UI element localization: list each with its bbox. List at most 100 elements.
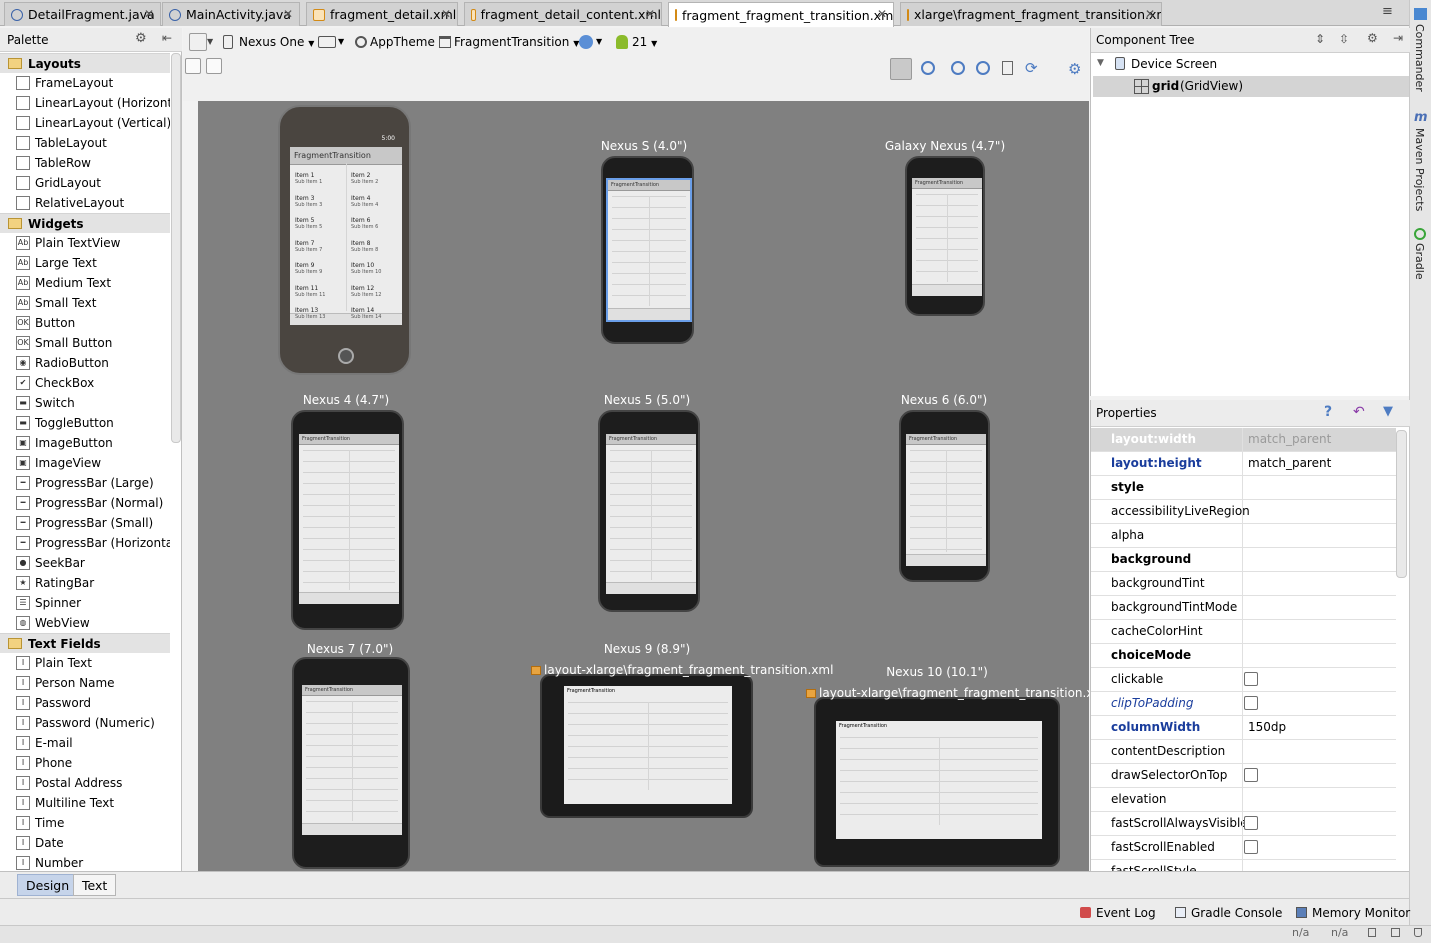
zoom-actual-icon[interactable] xyxy=(921,61,935,75)
memory-icon[interactable] xyxy=(1414,928,1422,937)
xml-layout-link[interactable]: layout-xlarge\fragment_fragment_transiti… xyxy=(531,663,833,677)
palette-item-progressbar-small[interactable]: ━ ProgressBar (Small) xyxy=(0,513,170,533)
palette-item-relativelayout[interactable]: RelativeLayout xyxy=(0,193,170,213)
property-value[interactable] xyxy=(1242,668,1396,691)
property-value[interactable] xyxy=(1242,860,1396,871)
palette-item-password-numeric[interactable]: I Password (Numeric) xyxy=(0,713,170,733)
property-value[interactable] xyxy=(1242,500,1396,523)
property-row-layout-height[interactable]: layout:height match_parent xyxy=(1091,452,1396,476)
commander-tool-button[interactable]: Commander xyxy=(1413,24,1426,92)
palette-item-linearlayout-horizontal[interactable]: LinearLayout (Horizontal) xyxy=(0,93,170,113)
tab-mainactivity-java[interactable]: MainActivity.java ✕ xyxy=(162,2,300,26)
hide-panel-icon[interactable]: ⇤ xyxy=(162,31,172,45)
event-log-button[interactable]: Event Log xyxy=(1080,906,1156,920)
palette-item-date[interactable]: I Date xyxy=(0,833,170,853)
device-preview-2[interactable]: FragmentTransition xyxy=(601,156,694,344)
property-row-clickable[interactable]: clickable xyxy=(1091,668,1396,692)
palette-item-tablelayout[interactable]: TableLayout xyxy=(0,133,170,153)
property-row-fastscrollstyle[interactable]: fastScrollStyle xyxy=(1091,860,1396,871)
palette-category-text-fields[interactable]: Text Fields xyxy=(0,633,170,653)
device-preview-9[interactable]: FragmentTransition xyxy=(814,697,1060,867)
property-checkbox[interactable] xyxy=(1244,696,1258,710)
undo-icon[interactable]: ↶ xyxy=(1353,404,1365,420)
palette-item-spinner[interactable]: ☰ Spinner xyxy=(0,593,170,613)
properties-scrollbar[interactable] xyxy=(1396,430,1407,578)
property-value[interactable] xyxy=(1242,476,1396,499)
close-icon[interactable]: ✕ xyxy=(645,7,655,21)
property-value[interactable] xyxy=(1242,644,1396,667)
property-checkbox[interactable] xyxy=(1244,672,1258,686)
activity-selector[interactable]: FragmentTransition ▼ xyxy=(454,35,579,49)
property-value[interactable] xyxy=(1242,836,1396,859)
settings-gear-icon[interactable]: ⚙ xyxy=(1068,60,1081,78)
device-preview-4[interactable]: FragmentTransition xyxy=(291,410,404,630)
property-value[interactable]: 150dp xyxy=(1242,716,1396,739)
memory-monitor-button[interactable]: Memory Monitor xyxy=(1296,906,1410,920)
tree-node-grid[interactable]: grid (GridView) xyxy=(1093,76,1409,97)
property-value[interactable] xyxy=(1242,692,1396,715)
palette-item-person-name[interactable]: I Person Name xyxy=(0,673,170,693)
palette-item-ratingbar[interactable]: ★ RatingBar xyxy=(0,573,170,593)
palette-item-button[interactable]: OK Button xyxy=(0,313,170,333)
tab-fragment-detail-xml[interactable]: fragment_detail.xml ✕ xyxy=(306,2,458,26)
collapse-all-icon[interactable]: ⇳ xyxy=(1339,32,1349,46)
zoom-out-icon[interactable] xyxy=(976,61,990,75)
property-value[interactable] xyxy=(1242,788,1396,811)
palette-item-time[interactable]: I Time xyxy=(0,813,170,833)
zoom-to-fit-icon[interactable] xyxy=(890,58,912,80)
gradle-console-button[interactable]: Gradle Console xyxy=(1175,906,1282,920)
property-row-cachecolorhint[interactable]: cacheColorHint xyxy=(1091,620,1396,644)
fit-height-icon[interactable] xyxy=(206,58,222,74)
property-row-backgroundtint[interactable]: backgroundTint xyxy=(1091,572,1396,596)
hide-panel-icon[interactable]: ⇥ xyxy=(1393,31,1403,45)
design-canvas[interactable]: FragmentTransition Item 1 Sub Item 1 Item 2… xyxy=(198,101,1108,871)
expand-all-icon[interactable]: ⇕ xyxy=(1315,32,1325,46)
palette-item-framelayout[interactable]: FrameLayout xyxy=(0,73,170,93)
palette-item-phone[interactable]: I Phone xyxy=(0,753,170,773)
palette-item-number[interactable]: I Number xyxy=(0,853,170,871)
property-row-elevation[interactable]: elevation xyxy=(1091,788,1396,812)
gradle-tool-button[interactable]: Gradle xyxy=(1413,243,1426,280)
property-row-background[interactable]: background xyxy=(1091,548,1396,572)
gear-icon[interactable]: ⚙ xyxy=(135,31,147,46)
tab-overflow-icon[interactable]: ≡ xyxy=(1382,4,1393,19)
property-checkbox[interactable] xyxy=(1244,768,1258,782)
screenshot-icon[interactable] xyxy=(1002,61,1013,75)
property-value[interactable] xyxy=(1242,740,1396,763)
device-preview-8[interactable]: FragmentTransition xyxy=(540,674,753,818)
property-value[interactable] xyxy=(1242,524,1396,547)
property-value[interactable]: match_parent xyxy=(1242,452,1396,475)
tab-design[interactable]: Design xyxy=(17,874,79,896)
close-icon[interactable]: ✕ xyxy=(283,7,293,21)
palette-item-small-text[interactable]: Ab Small Text xyxy=(0,293,170,313)
property-value[interactable] xyxy=(1242,596,1396,619)
palette-item-progressbar-normal[interactable]: ━ ProgressBar (Normal) xyxy=(0,493,170,513)
property-value[interactable] xyxy=(1242,620,1396,643)
palette-item-imagebutton[interactable]: ▣ ImageButton xyxy=(0,433,170,453)
property-value[interactable] xyxy=(1242,764,1396,787)
property-row-cliptopadding[interactable]: clipToPadding xyxy=(1091,692,1396,716)
palette-item-linearlayout-vertical[interactable]: LinearLayout (Vertical) xyxy=(0,113,170,133)
layout-file-dropdown[interactable] xyxy=(189,33,207,51)
property-value[interactable] xyxy=(1242,812,1396,835)
zoom-in-icon[interactable] xyxy=(951,61,965,75)
device-preview-6[interactable]: FragmentTransition xyxy=(899,410,990,582)
xml-layout-link[interactable]: layout-xlarge\fragment_fragment_transiti… xyxy=(806,686,1108,700)
property-row-choicemode[interactable]: choiceMode xyxy=(1091,644,1396,668)
tab-fragment-fragment-transition-xml[interactable]: fragment_fragment_transition.xml ✕ xyxy=(668,2,894,27)
device-selector[interactable]: Nexus One ▼ xyxy=(239,35,314,49)
property-row-fastscrollenabled[interactable]: fastScrollEnabled xyxy=(1091,836,1396,860)
palette-item-progressbar-large[interactable]: ━ ProgressBar (Large) xyxy=(0,473,170,493)
palette-category-layouts[interactable]: Layouts xyxy=(0,53,170,73)
fit-width-icon[interactable] xyxy=(185,58,201,74)
property-row-contentdescription[interactable]: contentDescription xyxy=(1091,740,1396,764)
palette-item-e-mail[interactable]: I E-mail xyxy=(0,733,170,753)
palette-category-widgets[interactable]: Widgets xyxy=(0,213,170,233)
device-preview-1[interactable]: FragmentTransition Item 1 Sub Item 1 Item 2… xyxy=(278,105,411,375)
palette-item-radiobutton[interactable]: ◉ RadioButton xyxy=(0,353,170,373)
property-row-columnwidth[interactable]: columnWidth 150dp xyxy=(1091,716,1396,740)
palette-scrollbar[interactable] xyxy=(171,53,181,443)
close-icon[interactable]: ✕ xyxy=(877,7,887,21)
palette-item-imageview[interactable]: ▣ ImageView xyxy=(0,453,170,473)
close-icon[interactable]: ✕ xyxy=(1145,7,1155,21)
